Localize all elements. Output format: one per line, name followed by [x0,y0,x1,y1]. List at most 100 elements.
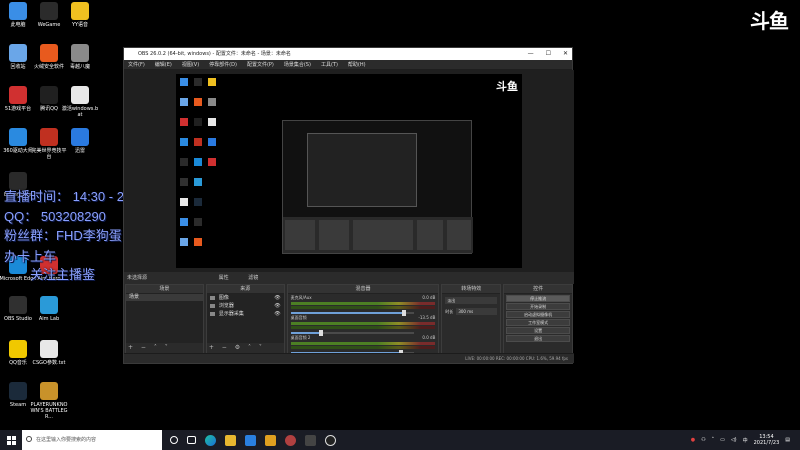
close-button[interactable]: ✕ [563,48,568,60]
clock-date: 2021/7/23 [753,440,780,446]
sources-toolbar[interactable]: + − ⚙ ˄ ˅ [209,343,265,353]
qq-music-icon[interactable] [285,434,296,446]
tray-app-icon[interactable]: ● [691,437,695,443]
notification-icon[interactable]: ▤ [785,437,790,443]
desktop: 此电脑 WeGame YY语音 回收站 火绒安全软件 毒越八魔 51游戏平台 腾讯QQ 激活wi… [0,0,800,450]
transitions-header: 转场特效 [442,285,501,294]
preview-icon [194,178,202,186]
pubg-icon[interactable] [265,434,276,446]
preview-icon [180,238,188,246]
desktop-icon-label: PLAYERUNKNOWN'S BATTLEGR... [30,402,68,420]
properties-button[interactable]: 属性 [219,275,229,281]
menu-file[interactable]: 文件(F) [128,60,145,69]
menu-help[interactable]: 帮助(H) [348,60,366,69]
app-icon [9,2,27,20]
overlay-line4: 办卡上车 [4,249,57,264]
app-icon [9,86,27,104]
source-item[interactable]: 图像 👁 [207,294,284,302]
track-db: 0.0 dB [422,295,436,300]
app-icon [9,44,27,62]
transitions-dock: 转场特效 淡出 时长 300 ms [441,284,502,354]
menu-profile[interactable]: 配置文件(P) [247,60,274,69]
desktop-icon[interactable]: 毒越八魔 [61,44,99,70]
preview-icon [180,98,188,106]
obs-window[interactable]: OBS 26.0.2 (64-bit, windows) - 配置文件：未命名 … [123,47,574,364]
clock[interactable]: 13:54 2021/7/23 [754,434,780,446]
file-explorer-icon[interactable] [225,434,236,446]
cortana-icon[interactable] [170,436,178,444]
source-item[interactable]: 浏览器 👁 [207,302,284,310]
preview-icon [194,78,202,86]
desktop-icon[interactable]: YY语音 [61,2,99,28]
eye-icon[interactable]: 👁 [274,294,280,302]
obs-source-toolbar: 未选择源 属性 滤镜 [124,272,574,284]
preview-icon [180,158,188,166]
scene-item[interactable]: 场景 [126,294,203,301]
desktop-icon[interactable]: 激活windows.bat [61,86,99,118]
chevron-up-icon[interactable]: ˄ [712,437,715,443]
ime-icon[interactable]: 中 [743,437,748,444]
app-icon [40,86,58,104]
nested-inner-preview [307,133,417,207]
menu-tools[interactable]: 工具(T) [321,60,338,69]
network-icon[interactable]: ▭ [720,437,725,443]
taskbar-search[interactable]: 在这里输入你要搜索的内容 [22,430,162,450]
eye-icon[interactable]: 👁 [274,310,280,318]
filters-button[interactable]: 滤镜 [248,275,258,281]
desktop-icon[interactable]: PLAYERUNKNOWN'S BATTLEGR... [30,382,68,420]
desktop-icon[interactable]: Aim Lab [30,296,68,322]
preview-icon [194,118,202,126]
monitor-icon [209,312,215,316]
nested-panel [283,217,473,253]
desktop-icon-label: YY语音 [71,22,89,28]
wegame-icon[interactable] [305,434,316,446]
transition-select[interactable]: 淡出 [445,297,498,304]
start-virtual-camera-button[interactable]: 启动虚拟摄像机 [506,311,571,318]
edge-icon[interactable] [205,434,216,446]
level-meter [290,302,436,305]
duration-input[interactable]: 300 ms [456,308,498,315]
desktop-icon[interactable]: 迅雷 [61,128,99,154]
menu-docks[interactable]: 停靠部件(D) [209,60,237,69]
obs-title-text: OBS 26.0.2 (64-bit, windows) - 配置文件：未命名 … [138,51,291,57]
scenes-toolbar[interactable]: + − ˄ ˅ [128,343,171,353]
preview-icon [208,78,216,86]
app-icon [40,382,58,400]
menu-scene-collection[interactable]: 场景集合(S) [284,60,311,69]
people-icon[interactable]: ⚇ [701,437,705,443]
maximize-button[interactable]: ☐ [546,48,551,60]
image-icon [209,296,215,300]
browser-icon [209,304,215,308]
thunder-icon[interactable] [245,434,256,446]
studio-mode-button[interactable]: 工作室模式 [506,319,571,326]
overlay-qq: QQ： 503208290 [4,209,106,224]
level-meter [290,322,436,325]
start-recording-button[interactable]: 开始录制 [506,303,571,310]
preview-icon [194,158,202,166]
obs-menubar: 文件(F) 编辑(E) 视图(V) 停靠部件(D) 配置文件(P) 场景集合(S… [124,60,572,70]
obs-preview[interactable]: 斗鱼 [176,74,522,268]
menu-edit[interactable]: 编辑(E) [155,60,172,69]
controls-dock: 控件 停止推流 开始录制 启动虚拟摄像机 工作室模式 设置 退出 [503,284,574,354]
desktop-icon-label: Aim Lab [38,316,60,322]
controls-header: 控件 [504,285,573,294]
volume-icon[interactable]: ◁) [731,437,737,443]
source-item[interactable]: 显示器采集 👁 [207,310,284,318]
obs-titlebar[interactable]: OBS 26.0.2 (64-bit, windows) - 配置文件：未命名 … [124,48,572,60]
app-icon [9,296,27,314]
preview-icon [194,218,202,226]
start-button[interactable] [0,430,22,450]
level-meter [290,346,436,349]
eye-icon[interactable]: 👁 [274,302,280,310]
obs-taskbar-icon[interactable] [325,434,336,446]
desktop-icon[interactable]: CSGO参数.txt [30,340,68,366]
menu-view[interactable]: 视图(V) [182,60,199,69]
exit-button[interactable]: 退出 [506,335,571,342]
settings-button[interactable]: 设置 [506,327,571,334]
nested-obs-preview [282,120,473,254]
nested-dock [353,220,413,250]
task-view-icon[interactable] [187,436,196,444]
stop-streaming-button[interactable]: 停止推流 [506,295,571,302]
minimize-button[interactable]: — [528,48,534,60]
nested-dock [447,220,471,250]
